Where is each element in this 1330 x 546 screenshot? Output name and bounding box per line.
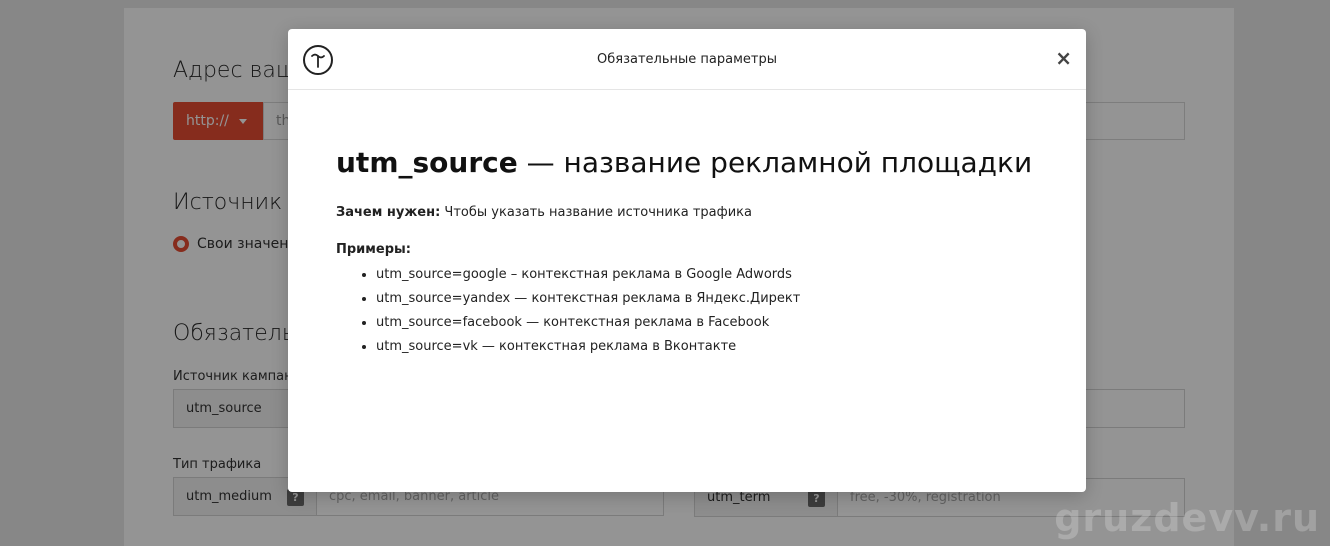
examples-title: Примеры:	[336, 242, 411, 257]
watermark: gruzdevv.ru	[1054, 496, 1320, 540]
list-item: utm_source=google – контекстная реклама …	[376, 263, 1038, 287]
close-icon[interactable]: ×	[1055, 47, 1072, 69]
tilda-logo-icon	[303, 45, 333, 75]
param-heading: utm_source — название рекламной площадки	[336, 146, 1038, 179]
list-item: utm_source=vk — контекстная реклама в Вк…	[376, 335, 1038, 359]
param-name: utm_source	[336, 146, 518, 179]
purpose-value: Чтобы указать название источника трафика	[440, 205, 752, 220]
purpose-text: Зачем нужен: Чтобы указать название исто…	[336, 205, 1038, 220]
list-item: utm_source=yandex — контекстная реклама …	[376, 287, 1038, 311]
examples-list: utm_source=google – контекстная реклама …	[336, 263, 1038, 359]
modal-header: Обязательные параметры ×	[288, 29, 1086, 90]
required-params-modal: Обязательные параметры × utm_source — на…	[288, 29, 1086, 492]
purpose-label: Зачем нужен:	[336, 205, 441, 220]
modal-title: Обязательные параметры	[597, 51, 777, 67]
modal-body: utm_source — название рекламной площадки…	[288, 146, 1086, 359]
list-item: utm_source=facebook — контекстная реклам…	[376, 311, 1038, 335]
param-description: — название рекламной площадки	[517, 146, 1033, 179]
